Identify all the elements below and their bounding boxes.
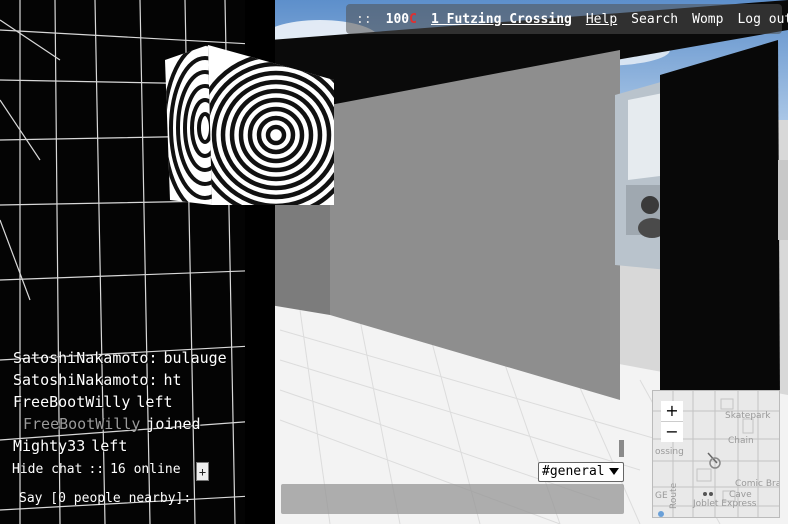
location-link[interactable]: 1 Futzing Crossing <box>431 12 572 27</box>
currency-balance[interactable]: 100C <box>386 12 417 27</box>
say-label: Say [0 people nearby]: <box>19 491 192 506</box>
black-wall-right <box>660 40 780 400</box>
logout-link[interactable]: Log out <box>737 12 788 27</box>
chat-message: SatoshiNakamoto: ht <box>13 369 273 391</box>
chat-separator: :: <box>88 462 105 477</box>
map-label-route: Route <box>669 482 679 509</box>
currency-amount: 100 <box>385 11 410 27</box>
chat-event: FreeBootWilly joined <box>13 413 273 435</box>
top-menu-bar: :: 100C 1 Futzing Crossing Help Search W… <box>346 4 788 34</box>
map-label-ge: GE <box>655 491 668 501</box>
map-label-crossing: ossing <box>655 447 684 457</box>
chat-username[interactable]: SatoshiNakamoto: <box>13 349 158 367</box>
menu-separator: :: <box>356 11 372 27</box>
far-wall-sliver <box>778 160 788 240</box>
chat-event-text: left <box>91 437 128 455</box>
chat-event: FreeBootWilly left <box>13 391 273 413</box>
chat-text: ht <box>163 371 182 389</box>
chat-event: Mighty33 left <box>13 435 273 457</box>
search-link[interactable]: Search <box>631 12 678 27</box>
chat-event-text: left <box>136 393 173 411</box>
chat-log: SatoshiNakamoto: bulauge SatoshiNakamoto:… <box>13 347 273 457</box>
chat-username[interactable]: SatoshiNakamoto: <box>13 371 158 389</box>
help-link[interactable]: Help <box>586 12 617 27</box>
chevron-down-icon <box>609 468 619 475</box>
chat-input[interactable] <box>281 484 624 514</box>
map-label-skatepark: Skatepark <box>725 411 771 421</box>
zoom-out-button[interactable]: − <box>661 422 683 442</box>
chat-username[interactable]: FreeBootWilly <box>13 415 140 433</box>
channel-select[interactable]: #general <box>538 462 624 482</box>
map-label-comic: Comic Bra <box>735 479 780 489</box>
hide-chat-link[interactable]: Hide chat <box>12 462 82 477</box>
chat-text: bulauge <box>163 349 227 367</box>
chat-scrollbar[interactable] <box>619 440 624 457</box>
chat-message: SatoshiNakamoto: bulauge <box>13 347 273 369</box>
zoom-in-button[interactable]: + <box>661 401 683 422</box>
chat-event-text: joined <box>146 415 201 433</box>
map-label-joblet: Joblet Express <box>693 499 757 509</box>
map-label-chain: Chain <box>728 436 754 446</box>
channel-value: #general <box>542 464 605 479</box>
currency-symbol: C <box>409 11 417 27</box>
minimap[interactable]: + − Skatepark Chain ossing Comic Bra Cav… <box>652 390 780 518</box>
online-count[interactable]: 16 online <box>110 462 180 477</box>
womp-link[interactable]: Womp <box>692 12 723 27</box>
chat-username[interactable]: FreeBootWilly <box>13 393 130 411</box>
chat-controls: Hide chat :: 16 online <box>12 462 181 477</box>
expand-chat-button[interactable]: + <box>196 462 209 481</box>
chat-username[interactable]: Mighty33 <box>13 437 85 455</box>
